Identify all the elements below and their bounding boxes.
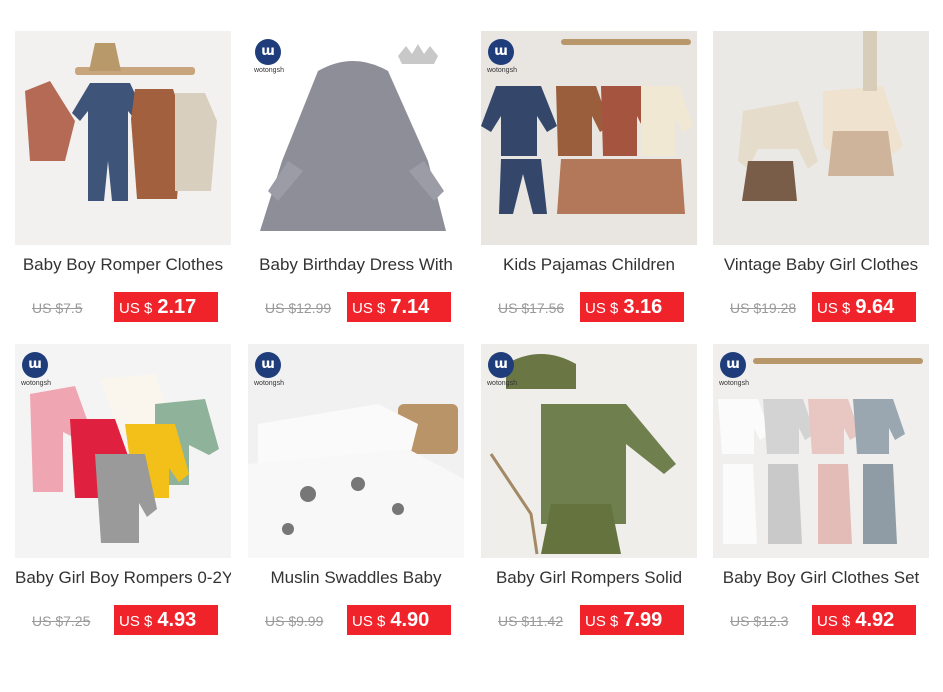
original-price: US $12.3 [730, 613, 789, 629]
product-card[interactable]: ɯ wotongsh Baby Girl Boy Rompers 0-2Y US… [15, 344, 231, 644]
product-image[interactable]: ɯ wotongsh [481, 31, 697, 245]
product-card[interactable]: ɯ wotongsh Baby Birthday Dress With US $… [248, 31, 464, 331]
currency-label: US $ [119, 300, 153, 317]
currency-label: US $ [817, 300, 851, 317]
brand-logo: ɯ wotongsh [254, 352, 288, 392]
sale-price: 9.64 [855, 296, 895, 318]
price-row: US $12.99 US $7.14 [248, 292, 464, 324]
brand-logo-text: wotongsh [719, 380, 749, 387]
sale-price-badge: US $4.90 [347, 605, 451, 635]
original-price: US $19.28 [730, 300, 797, 316]
currency-label: US $ [119, 613, 153, 630]
sale-price-badge: US $9.64 [812, 292, 916, 322]
currency-label: US $ [352, 300, 386, 317]
product-card[interactable]: Baby Boy Romper Clothes US $7.5 US $2.17 [15, 31, 231, 331]
product-title[interactable]: Baby Birthday Dress With [248, 255, 464, 275]
brand-logo: ɯ wotongsh [487, 39, 521, 79]
brand-logo-text: wotongsh [254, 380, 284, 387]
price-row: US $12.3 US $4.92 [713, 605, 929, 637]
original-price: US $11.42 [498, 613, 564, 629]
original-price: US $7.5 [32, 300, 83, 316]
product-image[interactable] [15, 31, 231, 245]
sale-price-badge: US $3.16 [580, 292, 684, 322]
product-card[interactable]: Vintage Baby Girl Clothes US $19.28 US $… [713, 31, 929, 331]
product-title[interactable]: Baby Girl Boy Rompers 0-2Y [15, 568, 231, 588]
product-image[interactable] [713, 31, 929, 245]
brand-logo-text: wotongsh [487, 67, 517, 74]
product-title[interactable]: Kids Pajamas Children [481, 255, 697, 275]
currency-label: US $ [817, 613, 851, 630]
price-row: US $19.28 US $9.64 [713, 292, 929, 324]
price-row: US $7.5 US $2.17 [15, 292, 231, 324]
currency-label: US $ [585, 300, 619, 317]
product-title[interactable]: Vintage Baby Girl Clothes [713, 255, 929, 275]
product-title[interactable]: Muslin Swaddles Baby [248, 568, 464, 588]
sale-price: 7.99 [623, 609, 663, 631]
product-image[interactable]: ɯ wotongsh [248, 31, 464, 245]
price-row: US $17.56 US $3.16 [481, 292, 697, 324]
sale-price: 4.90 [390, 609, 430, 631]
brand-logo: ɯ wotongsh [719, 352, 753, 392]
brand-logo-text: wotongsh [21, 380, 51, 387]
brand-logo: ɯ wotongsh [254, 39, 288, 79]
product-card[interactable]: ɯ wotongsh Kids Pajamas Children US $17.… [481, 31, 697, 331]
sale-price: 7.14 [390, 296, 430, 318]
currency-label: US $ [352, 613, 386, 630]
original-price: US $9.99 [265, 613, 324, 629]
brand-logo-mark: ɯ [720, 352, 746, 378]
product-image[interactable]: ɯ wotongsh [248, 344, 464, 558]
product-title[interactable]: Baby Boy Romper Clothes [15, 255, 231, 275]
sale-price: 4.92 [855, 609, 895, 631]
sale-price: 2.17 [157, 296, 197, 318]
currency-label: US $ [585, 613, 619, 630]
brand-logo: ɯ wotongsh [487, 352, 521, 392]
product-title[interactable]: Baby Boy Girl Clothes Set [713, 568, 929, 588]
price-row: US $9.99 US $4.90 [248, 605, 464, 637]
brand-logo-mark: ɯ [255, 39, 281, 65]
product-grid-page: { "brand_logo": {"mark": "ɯ", "text": "w… [0, 0, 943, 692]
original-price: US $7.25 [32, 613, 91, 629]
sale-price-badge: US $7.14 [347, 292, 451, 322]
brand-logo-mark: ɯ [255, 352, 281, 378]
product-card[interactable]: ɯ wotongsh Baby Girl Rompers Solid US $1… [481, 344, 697, 644]
brand-logo-mark: ɯ [488, 39, 514, 65]
sale-price-badge: US $4.93 [114, 605, 218, 635]
sale-price-badge: US $7.99 [580, 605, 684, 635]
product-image[interactable]: ɯ wotongsh [481, 344, 697, 558]
sale-price: 3.16 [623, 296, 663, 318]
brand-logo-mark: ɯ [488, 352, 514, 378]
original-price: US $12.99 [265, 300, 332, 316]
sale-price-badge: US $2.17 [114, 292, 218, 322]
product-title[interactable]: Baby Girl Rompers Solid [481, 568, 697, 588]
product-card[interactable]: ɯ wotongsh Muslin Swaddles Baby US $9.99… [248, 344, 464, 644]
brand-logo: ɯ wotongsh [21, 352, 55, 392]
sale-price-badge: US $4.92 [812, 605, 916, 635]
sale-price: 4.93 [157, 609, 197, 631]
brand-logo-text: wotongsh [487, 380, 517, 387]
brand-logo-mark: ɯ [22, 352, 48, 378]
original-price: US $17.56 [498, 300, 565, 316]
price-row: US $11.42 US $7.99 [481, 605, 697, 637]
brand-logo-text: wotongsh [254, 67, 284, 74]
product-image[interactable]: ɯ wotongsh [713, 344, 929, 558]
product-card[interactable]: ɯ wotongsh Baby Boy Girl Clothes Set US … [713, 344, 929, 644]
product-image[interactable]: ɯ wotongsh [15, 344, 231, 558]
price-row: US $7.25 US $4.93 [15, 605, 231, 637]
